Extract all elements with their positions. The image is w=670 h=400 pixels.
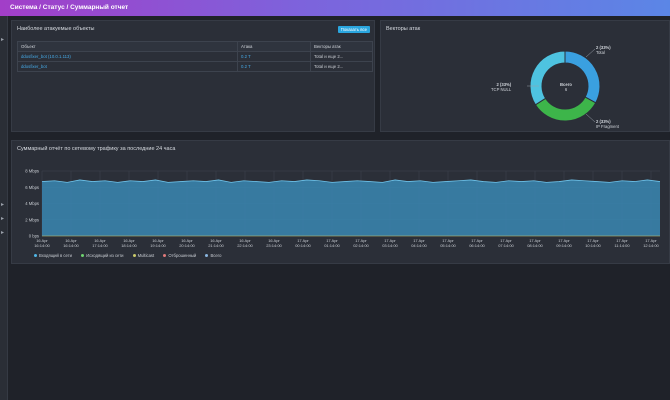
object-name-link[interactable]: ddosfixer_bot (10.0.1.113) bbox=[21, 54, 71, 59]
attack-vectors-donut bbox=[527, 48, 601, 123]
show-all-button[interactable]: Показать все bbox=[337, 26, 370, 33]
x-tick-time: 18:14:00 bbox=[121, 243, 137, 248]
legend-item-out[interactable]: Исходящий из сети bbox=[81, 253, 124, 258]
x-tick-time: 01:14:00 bbox=[324, 243, 340, 248]
x-tick-time: 06:14:00 bbox=[469, 243, 485, 248]
x-tick-time: 16:14:00 bbox=[34, 243, 50, 248]
legend-dot-icon bbox=[163, 254, 167, 258]
x-tick-time: 02:14:00 bbox=[353, 243, 369, 248]
segment-label-total: 2 (33%) Total bbox=[596, 45, 611, 55]
x-tick-time: 08:14:00 bbox=[527, 243, 543, 248]
segment-label-ip-fragment: 2 (33%) IP Fragment bbox=[596, 119, 619, 129]
legend-dot-icon bbox=[132, 254, 136, 258]
traffic-legend: Входящий в сети Исходящий из сети Multic… bbox=[34, 253, 229, 258]
column-header-object[interactable]: Объект bbox=[17, 41, 238, 52]
attack-value[interactable]: 0.2 T bbox=[237, 51, 311, 62]
donut-slice-0 bbox=[564, 50, 601, 104]
x-tick-time: 07:14:00 bbox=[498, 243, 514, 248]
top-objects-title: Наиболее атакуемые объекты bbox=[17, 26, 95, 32]
traffic-panel: Суммарный отчёт по сетевому трафику за п… bbox=[11, 140, 670, 264]
donut-slice-2 bbox=[529, 50, 566, 106]
x-tick-time: 12:14:00 bbox=[643, 243, 659, 248]
expand-arrow-icon-3[interactable]: ▸ bbox=[1, 230, 6, 236]
x-tick-time: 22:14:00 bbox=[237, 243, 253, 248]
x-tick-time: 16:14:00 bbox=[63, 243, 79, 248]
vectors-value: Total и еще 2... bbox=[310, 51, 373, 62]
y-tick-label: 4 Mbps bbox=[25, 201, 39, 206]
legend-dot-icon bbox=[205, 254, 209, 258]
leader-line-0 bbox=[585, 48, 596, 58]
leader-line-1 bbox=[585, 113, 596, 123]
y-tick-label: 2 Mbps bbox=[25, 217, 39, 222]
donut-slice-1 bbox=[534, 96, 597, 122]
legend-dot-icon bbox=[81, 254, 85, 258]
top-objects-table: Объект Атака Векторы атак ddosfixer_bot … bbox=[17, 41, 373, 72]
breadcrumb: Система / Статус / Суммарный отчет bbox=[10, 4, 129, 11]
x-tick-time: 23:14:00 bbox=[266, 243, 282, 248]
legend-item-in[interactable]: Входящий в сети bbox=[34, 253, 72, 258]
x-tick-time: 05:14:00 bbox=[440, 243, 456, 248]
x-tick-time: 04:14:00 bbox=[411, 243, 427, 248]
object-link[interactable]: ddosfixer_bot (10.0.1.113) bbox=[17, 51, 238, 62]
vectors-value: Total и еще 2... bbox=[310, 61, 373, 72]
x-tick-time: 10:14:00 bbox=[585, 243, 601, 248]
expand-arrow-icon-2[interactable]: ▸ bbox=[1, 216, 6, 222]
legend-item-multicast[interactable]: Multicast bbox=[132, 253, 154, 258]
attack-value[interactable]: 0.2 T bbox=[237, 61, 311, 72]
legend-dot-icon bbox=[34, 254, 37, 258]
column-header-attack[interactable]: Атака bbox=[237, 41, 311, 52]
top-objects-panel: Наиболее атакуемые объекты Показать все … bbox=[11, 20, 375, 132]
column-header-vectors[interactable]: Векторы атак bbox=[310, 41, 373, 52]
page-header: Система / Статус / Суммарный отчет bbox=[0, 0, 670, 16]
table-row: ddosfixer_bot 0.2 T Total и еще 2... bbox=[17, 61, 373, 72]
legend-item-dropped[interactable]: Отброшенный bbox=[163, 253, 196, 258]
object-link[interactable]: ddosfixer_bot bbox=[17, 61, 238, 72]
y-tick-label: 6 Mbps bbox=[25, 185, 39, 190]
x-tick-time: 21:14:00 bbox=[208, 243, 224, 248]
y-tick-label: 8 Mbps bbox=[25, 169, 39, 174]
collapse-arrow-icon[interactable]: ▸ bbox=[1, 37, 6, 43]
x-tick-time: 20:14:00 bbox=[179, 243, 195, 248]
segment-label-tcp-null: 2 (33%) TCP NULL bbox=[491, 82, 512, 92]
x-tick-time: 00:14:00 bbox=[295, 243, 311, 248]
legend-item-total[interactable]: Всего bbox=[205, 253, 221, 258]
expand-arrow-icon[interactable]: ▸ bbox=[1, 202, 6, 208]
left-sidebar: ▸ ▸ ▸ ▸ bbox=[0, 0, 8, 400]
x-tick-time: 17:14:00 bbox=[92, 243, 108, 248]
traffic-chart[interactable]: 0 bps2 Mbps4 Mbps6 Mbps8 Mbps16 Apr16:14… bbox=[12, 141, 670, 253]
donut-center-total: Всего 6 bbox=[560, 82, 572, 92]
x-tick-time: 03:14:00 bbox=[382, 243, 398, 248]
traffic-area-total bbox=[42, 179, 660, 236]
attack-vectors-panel: Векторы атак 2 (33%) Total 2 (33%) IP Frag… bbox=[380, 20, 670, 132]
x-tick-time: 19:14:00 bbox=[150, 243, 166, 248]
x-tick-time: 09:14:00 bbox=[556, 243, 572, 248]
x-tick-time: 11:14:00 bbox=[614, 243, 630, 248]
table-row: ddosfixer_bot (10.0.1.113) 0.2 T Total и… bbox=[17, 51, 373, 62]
